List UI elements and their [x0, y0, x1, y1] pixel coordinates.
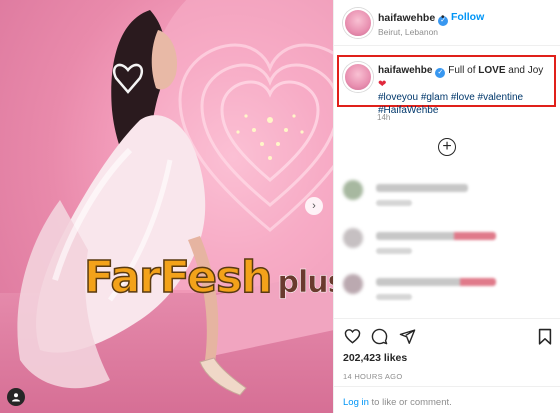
comment-item	[334, 178, 560, 218]
comment-item	[334, 226, 560, 266]
hashtag-link[interactable]: #valentine	[478, 92, 524, 103]
comment-text-blurred	[376, 232, 496, 240]
plus-circle-icon[interactable]: +	[438, 138, 456, 156]
login-prompt-rest: to like or comment.	[368, 397, 452, 408]
posted-time: 14 HOURS AGO	[343, 372, 403, 381]
login-footer: Log in to like or comment.	[334, 386, 560, 413]
action-bar	[334, 318, 560, 352]
comment-icon[interactable]	[369, 326, 389, 346]
share-icon[interactable]	[397, 326, 417, 346]
comment-meta-blurred	[376, 248, 412, 254]
comment-avatar	[343, 228, 363, 248]
caption: haifawehbe ✓ Full of LOVE and Joy ❤ #love…	[378, 64, 554, 117]
caption-text-before: Full of	[448, 65, 479, 76]
comment-avatar	[343, 180, 363, 200]
comment-avatar	[343, 274, 363, 294]
caption-username[interactable]: haifawehbe	[378, 65, 432, 76]
watermark-plus: plus.com	[277, 265, 333, 301]
comment-item	[334, 272, 560, 312]
separator-dot: •	[441, 12, 445, 23]
login-link[interactable]: Log in	[343, 397, 369, 408]
hashtag-link[interactable]: #loveyou	[378, 92, 418, 103]
caption-text-bold: LOVE	[478, 65, 506, 76]
watermark-main: FarFesh	[83, 251, 273, 304]
caption-highlight-box: haifawehbe ✓ Full of LOVE and Joy ❤ #love…	[337, 55, 556, 116]
login-prompt: Log in to like or comment.	[343, 397, 452, 408]
heart-emoji-icon: ❤	[378, 79, 387, 90]
verified-badge-icon: ✓	[435, 68, 446, 78]
caption-text-after: and Joy	[505, 65, 544, 76]
post-image[interactable]: FarFeshplus.com ›	[0, 0, 333, 413]
comment-meta-blurred	[376, 200, 412, 206]
location-link[interactable]: Beirut, Lebanon	[378, 27, 438, 37]
avatar[interactable]	[343, 8, 373, 38]
caption-avatar[interactable]	[343, 62, 373, 92]
header-username-text[interactable]: haifawehbe	[378, 12, 435, 24]
comment-meta-blurred	[376, 294, 412, 300]
comment-text-blurred	[376, 184, 468, 192]
watermark: FarFeshplus.com	[83, 251, 333, 304]
header-username[interactable]: haifawehbe ✓	[378, 12, 449, 26]
follow-button[interactable]: Follow	[451, 11, 484, 23]
next-arrow-icon[interactable]: ›	[305, 197, 323, 215]
hashtag-link[interactable]: #glam	[421, 92, 448, 103]
post-side-panel: haifawehbe ✓ • Follow Beirut, Lebanon hai…	[333, 0, 560, 413]
likes-count[interactable]: 202,423 likes	[343, 352, 407, 364]
hashtag-link[interactable]: #love	[451, 92, 475, 103]
model-figure	[17, 10, 247, 396]
bookmark-icon[interactable]	[535, 326, 555, 346]
caption-time: 14h	[377, 113, 391, 122]
tag-user-icon[interactable]	[7, 388, 25, 406]
post-header: haifawehbe ✓ • Follow Beirut, Lebanon	[334, 0, 560, 46]
heart-icon[interactable]	[342, 326, 362, 346]
user-silhouette-icon	[12, 393, 20, 402]
comment-text-blurred	[376, 278, 496, 286]
